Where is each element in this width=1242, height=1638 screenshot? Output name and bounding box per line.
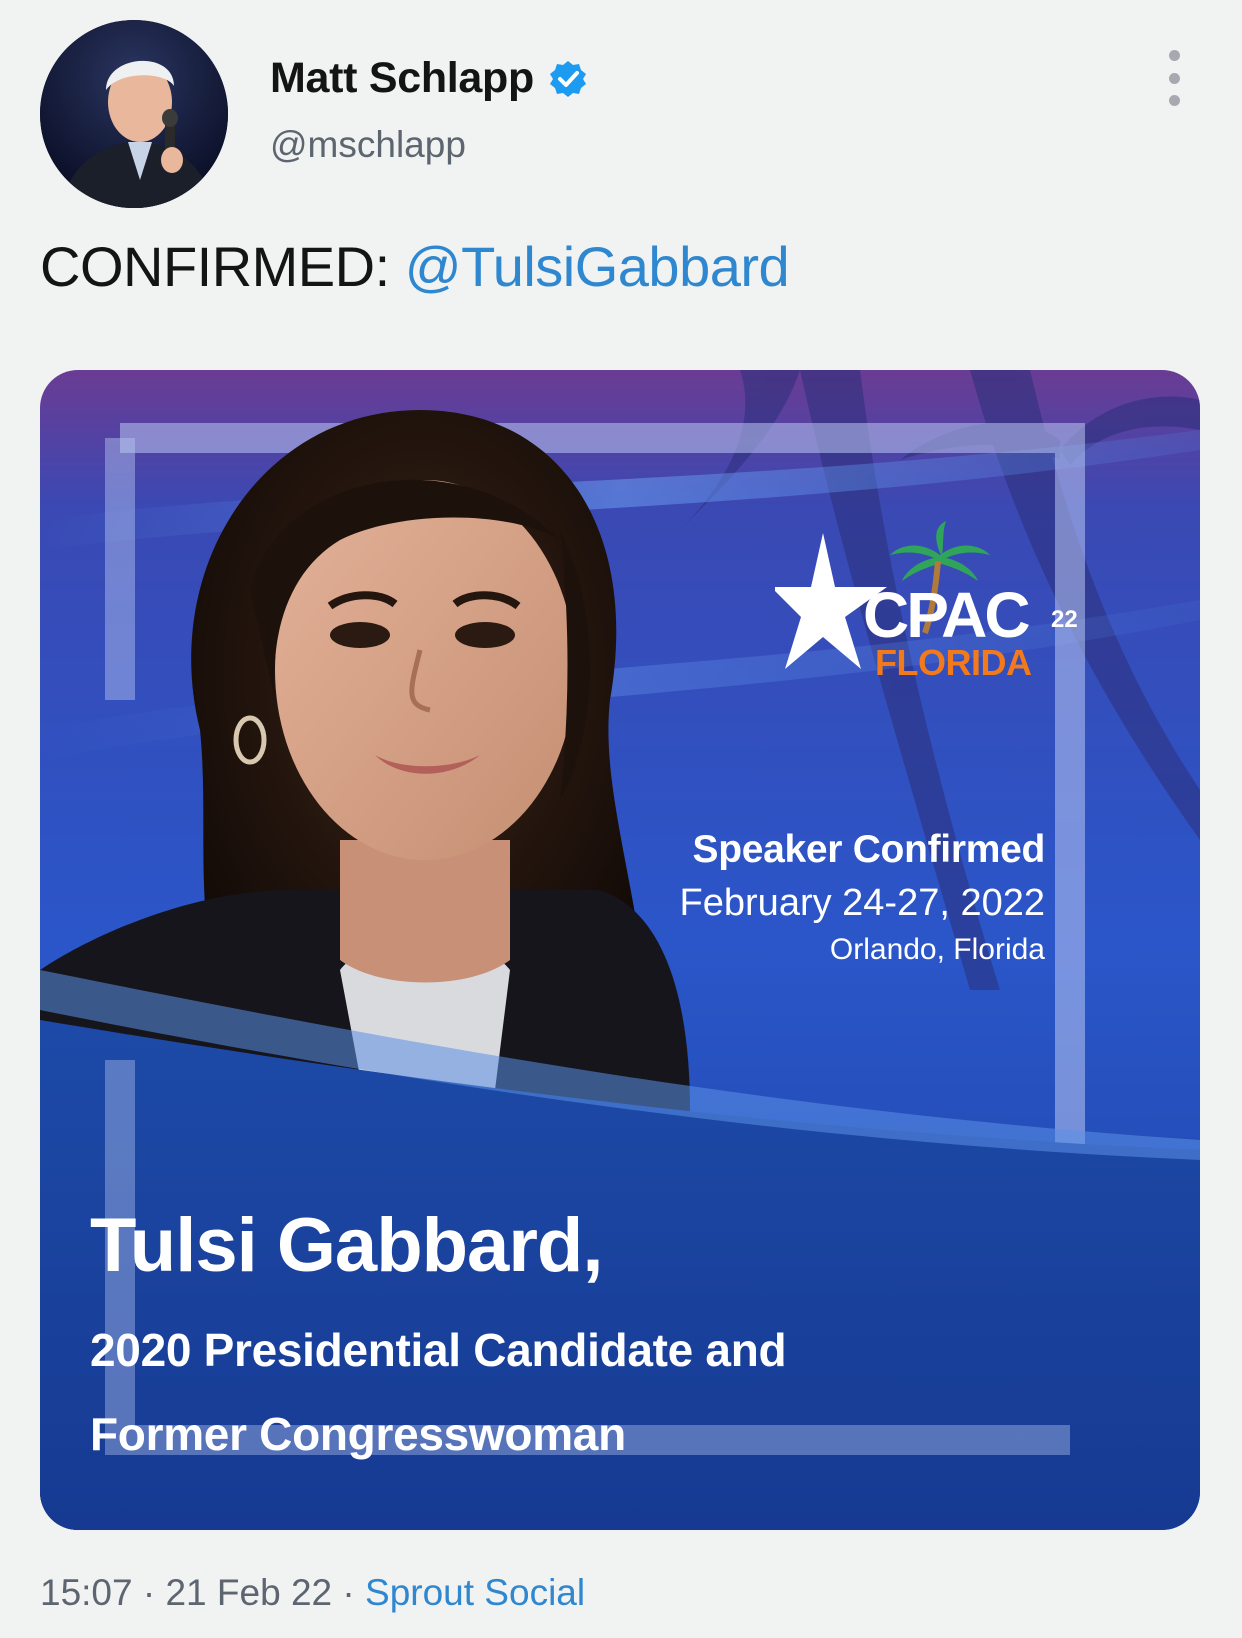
speaker-confirmed-label: Speaker Confirmed: [692, 828, 1045, 871]
tweet-source-link[interactable]: Sprout Social: [365, 1572, 585, 1613]
meta-separator: ·: [342, 1572, 355, 1613]
speaker-caption: Tulsi Gabbard, 2020 Presidential Candida…: [90, 1202, 787, 1461]
verified-badge-icon: [549, 60, 586, 97]
tweet-text: CONFIRMED: @TulsiGabbard: [40, 234, 790, 299]
tweet-meta: 15:07 · 21 Feb 22 · Sprout Social: [40, 1572, 585, 1614]
logo-cpac-text: CPAC: [863, 579, 1029, 651]
tweet-time[interactable]: 15:07: [40, 1572, 133, 1613]
more-options-icon[interactable]: [1160, 50, 1188, 106]
tweet-date[interactable]: 21 Feb 22: [165, 1572, 332, 1613]
speaker-title-line2: Former Congresswoman: [90, 1408, 626, 1460]
logo-florida-text: FLORIDA: [875, 642, 1032, 683]
avatar-photo: [40, 20, 228, 208]
tweet-text-prefix: CONFIRMED:: [40, 235, 405, 298]
author-name[interactable]: Matt Schlapp: [270, 54, 588, 103]
speaker-title-line1: 2020 Presidential Candidate and: [90, 1324, 787, 1376]
mention-link[interactable]: @TulsiGabbard: [405, 235, 790, 298]
tweet-media-card[interactable]: CPAC 22 FLORIDA Speaker Confirmed Februa…: [40, 370, 1200, 1530]
more-dot: [1168, 95, 1180, 106]
cpac-florida-logo: CPAC 22 FLORIDA: [775, 521, 1078, 683]
avatar[interactable]: [40, 20, 228, 208]
event-location: Orlando, Florida: [829, 933, 1045, 966]
meta-separator: ·: [142, 1572, 156, 1613]
speaker-name: Tulsi Gabbard,: [90, 1203, 603, 1288]
author-name-text: Matt Schlapp: [270, 54, 534, 102]
logo-year-text: 22: [1051, 606, 1078, 633]
event-info: Speaker Confirmed February 24-27, 2022 O…: [679, 828, 1046, 967]
more-dot: [1168, 50, 1180, 61]
author-handle[interactable]: @mschlapp: [270, 124, 466, 166]
more-dot: [1168, 72, 1180, 84]
event-dates: February 24-27, 2022: [679, 882, 1045, 924]
